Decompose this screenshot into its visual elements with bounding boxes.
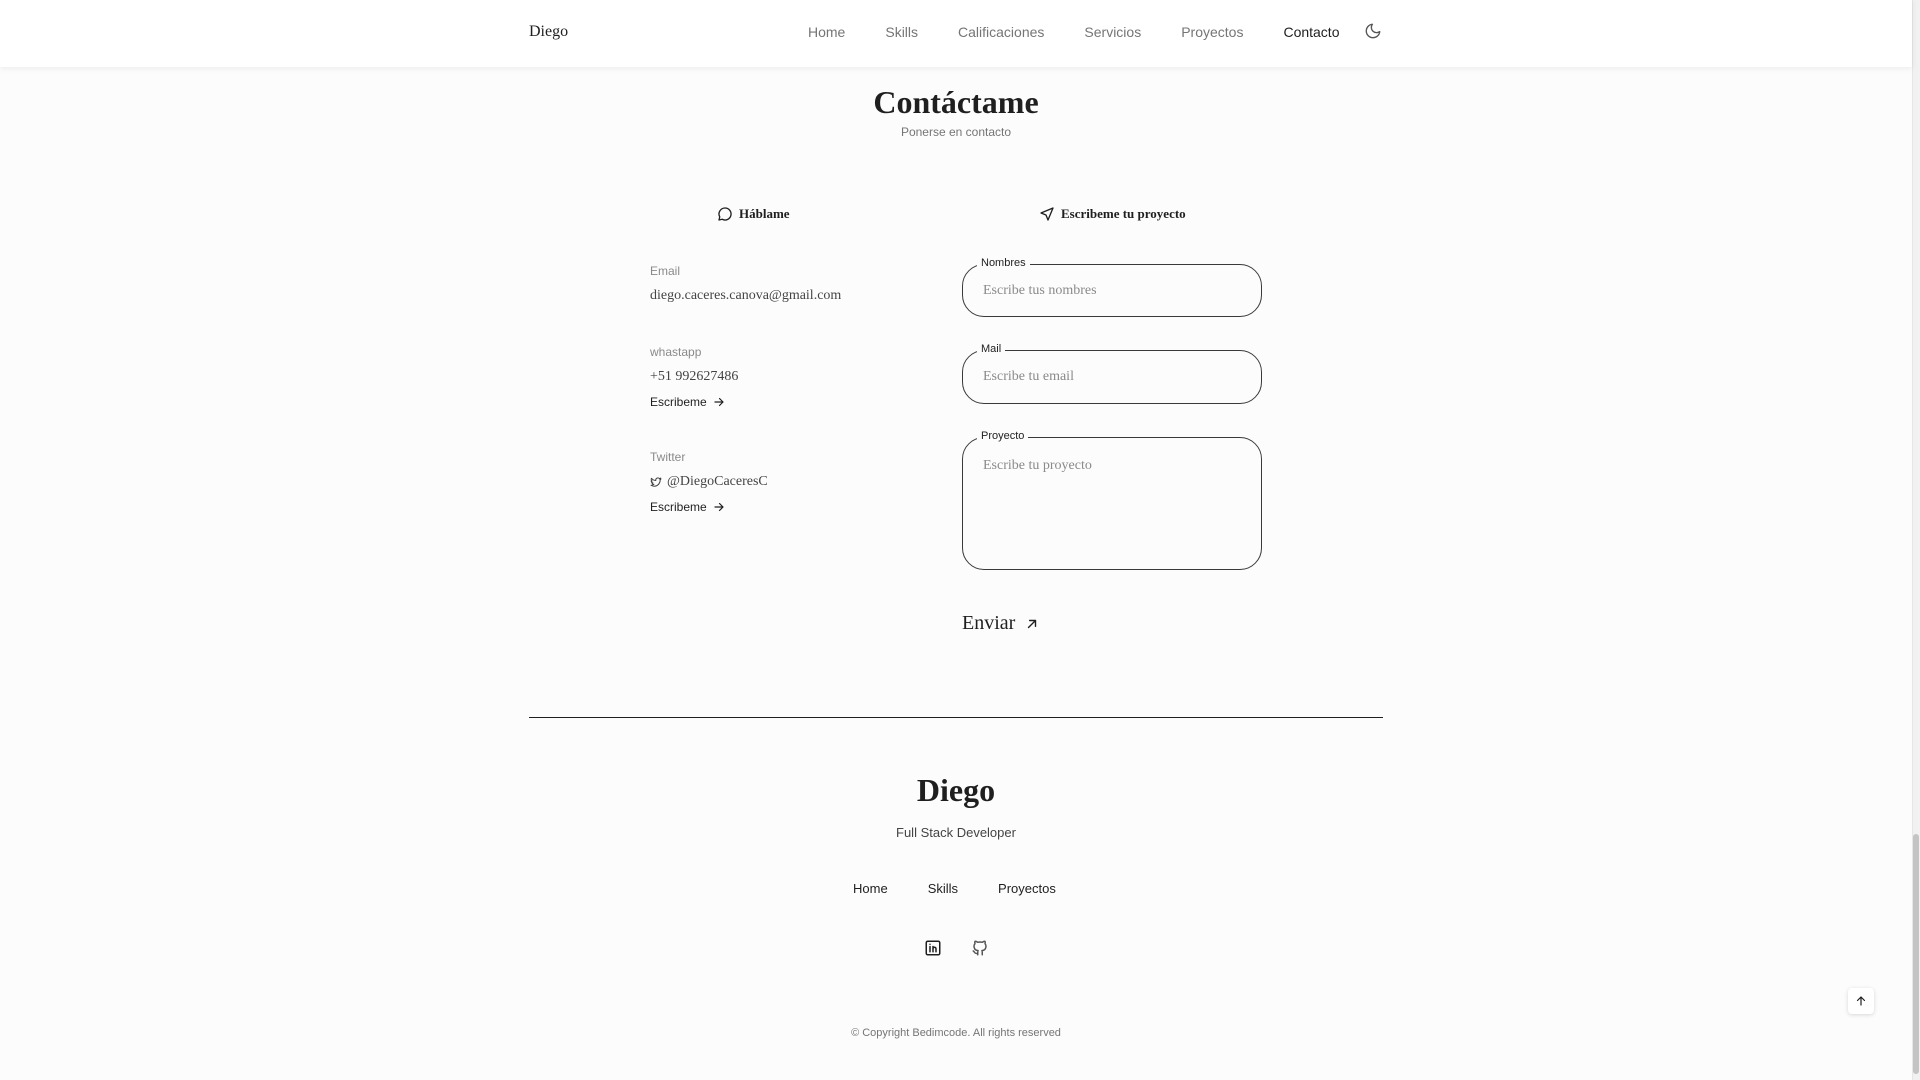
talk-heading: Háblame xyxy=(717,206,790,222)
twitter-label: Twitter xyxy=(650,450,686,464)
mail-field: Mail xyxy=(962,343,1262,404)
twitter-write-link[interactable]: Escribeme xyxy=(650,500,725,514)
nav-proyectos[interactable]: Proyectos xyxy=(1181,24,1243,40)
footer-nav-skills[interactable]: Skills xyxy=(928,881,958,896)
brand-logo[interactable]: Diego xyxy=(529,23,568,41)
footer-divider xyxy=(529,717,1383,718)
github-icon[interactable] xyxy=(971,939,989,957)
copyright-text: © Copyright Bedimcode. All rights reserv… xyxy=(851,1027,1061,1039)
moon-icon[interactable] xyxy=(1364,22,1384,42)
twitter-icon xyxy=(650,476,662,488)
nav-calificaciones[interactable]: Calificaciones xyxy=(958,24,1044,40)
footer-nav: Home Skills Proyectos xyxy=(853,881,1056,896)
footer-nav-proyectos[interactable]: Proyectos xyxy=(998,881,1056,896)
email-value: diego.caceres.canova@gmail.com xyxy=(650,288,842,303)
main-nav: Home Skills Calificaciones Servicios Pro… xyxy=(808,24,1340,40)
email-label: Email xyxy=(650,264,681,278)
twitter-value: @DiegoCaceresC xyxy=(650,474,768,490)
send-button[interactable]: Enviar xyxy=(962,612,1039,635)
footer-title: Diego xyxy=(916,772,996,808)
nav-home[interactable]: Home xyxy=(808,24,845,40)
scrollbar-thumb[interactable] xyxy=(1913,834,1919,1074)
section-subtitle: Ponerse en contacto xyxy=(900,125,1012,139)
chat-bubble-icon xyxy=(717,206,733,222)
project-field-label: Proyecto xyxy=(977,430,1029,442)
nav-servicios[interactable]: Servicios xyxy=(1084,24,1141,40)
arrow-up-icon xyxy=(1855,995,1867,1007)
project-field: Proyecto xyxy=(962,430,1262,570)
send-icon xyxy=(1039,206,1055,222)
nav-contacto[interactable]: Contacto xyxy=(1283,24,1339,40)
whatsapp-label: whastapp xyxy=(650,345,702,359)
nav-skills[interactable]: Skills xyxy=(885,24,918,40)
arrow-right-icon xyxy=(713,396,725,408)
write-heading: Escribeme tu proyecto xyxy=(1039,206,1186,222)
whatsapp-write-link[interactable]: Escribeme xyxy=(650,395,725,409)
mail-field-label: Mail xyxy=(977,343,1006,355)
name-input[interactable] xyxy=(963,265,1261,316)
site-header: Diego Home Skills Calificaciones Servici… xyxy=(0,0,1912,67)
name-field-label: Nombres xyxy=(977,257,1030,269)
footer-subtitle: Full Stack Developer xyxy=(896,825,1016,840)
page-scrollbar[interactable] xyxy=(1912,0,1920,1080)
mail-input[interactable] xyxy=(963,351,1261,403)
section-title: Contáctame xyxy=(873,84,1039,120)
project-textarea[interactable] xyxy=(963,438,1261,569)
footer-nav-home[interactable]: Home xyxy=(853,881,888,896)
arrow-up-right-icon xyxy=(1025,617,1039,631)
scroll-up-button[interactable] xyxy=(1848,988,1874,1014)
whatsapp-value: +51 992627486 xyxy=(650,369,739,384)
arrow-right-icon xyxy=(713,501,725,513)
linkedin-icon[interactable] xyxy=(924,939,942,957)
name-field: Nombres xyxy=(962,257,1262,317)
